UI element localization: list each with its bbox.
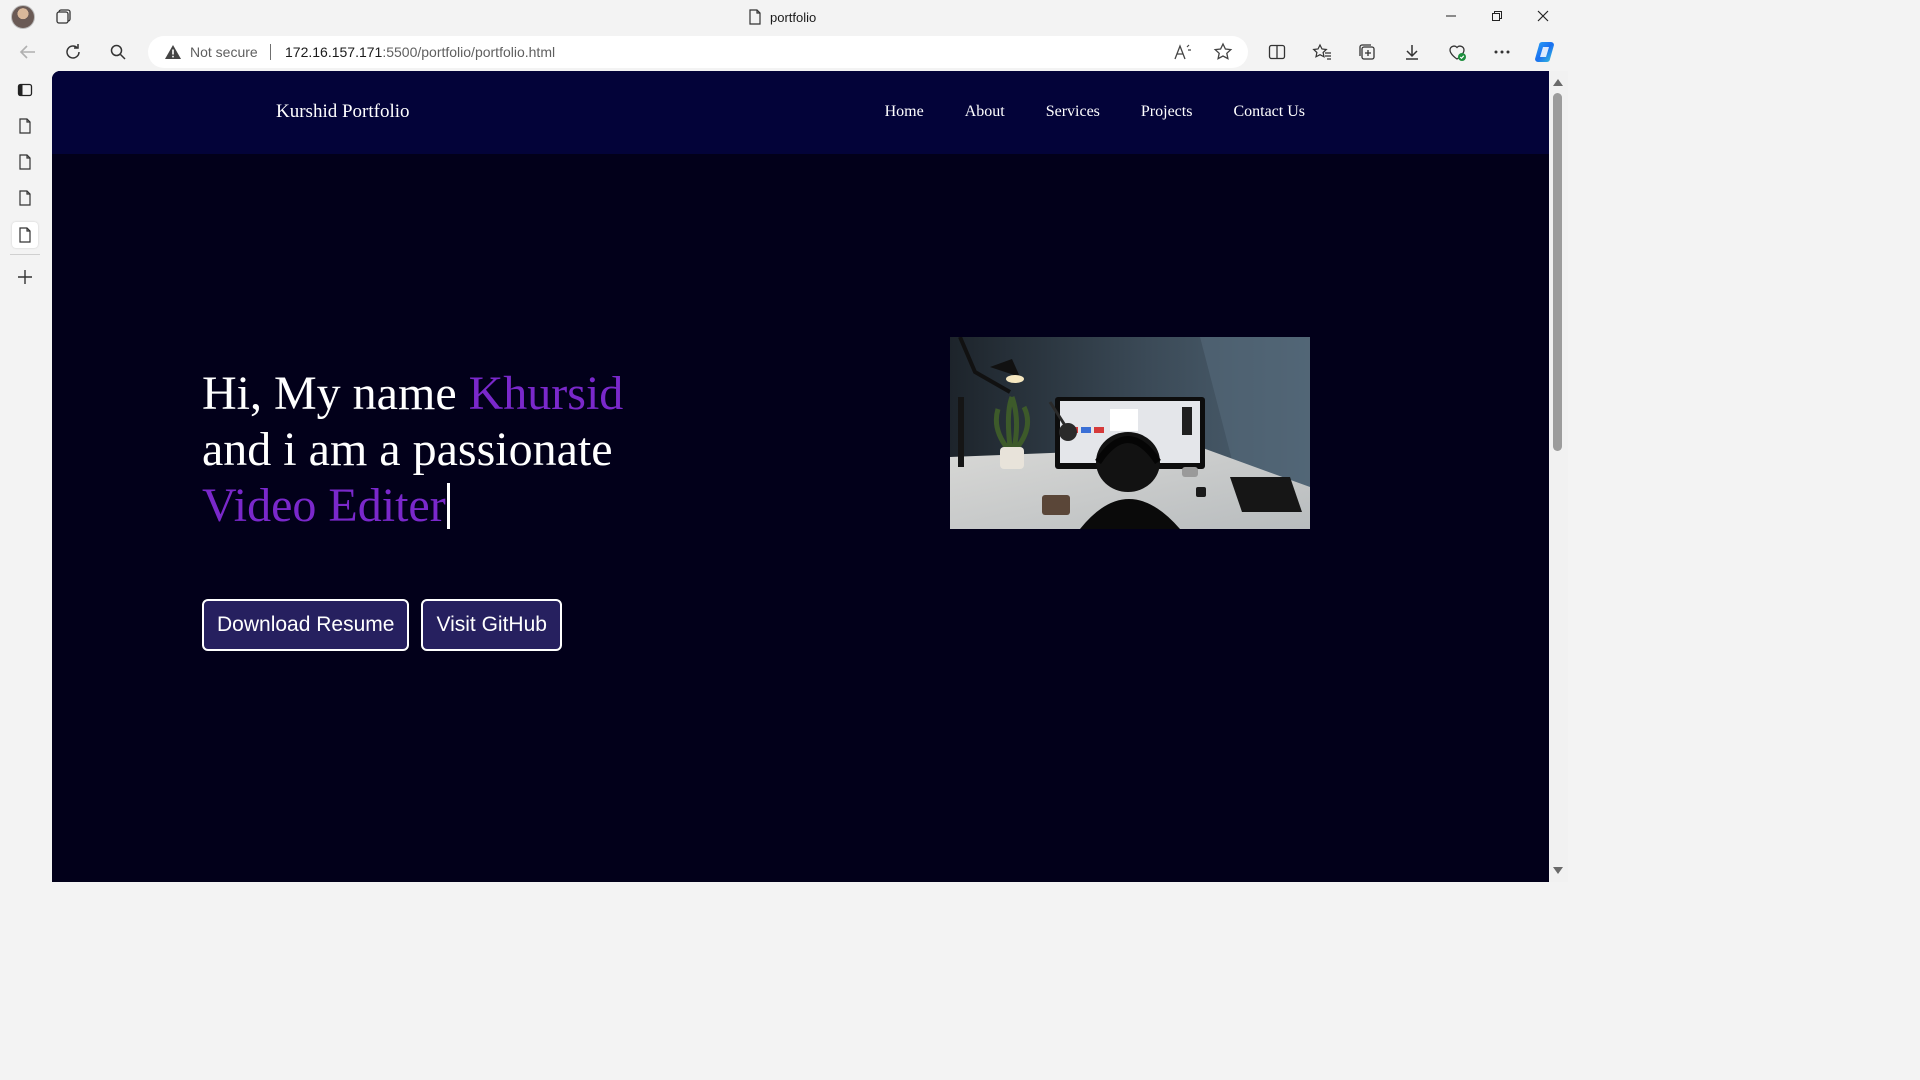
warning-icon[interactable] (164, 44, 182, 65)
nav-contact[interactable]: Contact Us (1233, 103, 1305, 121)
hero-line-3: Video Editer (202, 478, 802, 534)
vertical-tabs-icon (17, 83, 33, 97)
page-icon (19, 154, 31, 170)
nav-home[interactable]: Home (885, 103, 924, 121)
split-screen-button[interactable] (1263, 38, 1291, 66)
close-icon (1537, 10, 1549, 22)
collections-icon (1359, 44, 1375, 60)
downloads-button[interactable] (1398, 38, 1426, 66)
search-button[interactable] (104, 38, 132, 66)
hero-buttons: Download Resume Visit GitHub (202, 599, 562, 651)
hero-greeting: Hi, My name (202, 367, 469, 420)
hero-image (950, 337, 1310, 529)
site-brand[interactable]: Kurshid Portfolio (276, 101, 410, 123)
vertical-tabs-sidebar (0, 71, 52, 882)
scroll-thumb[interactable] (1553, 93, 1562, 451)
minimize-icon (1446, 15, 1456, 17)
page-icon (19, 118, 31, 134)
favorite-star-icon[interactable] (1211, 40, 1235, 64)
more-icon (1494, 50, 1510, 54)
page-icon (19, 190, 31, 206)
page-viewport: Kurshid Portfolio Home About Services Pr… (52, 71, 1568, 882)
nav-services[interactable]: Services (1046, 103, 1100, 121)
scroll-up-arrow[interactable] (1553, 79, 1563, 86)
sidebar-tab-1[interactable] (12, 113, 38, 139)
search-icon (110, 44, 126, 60)
browser-essentials-icon (1449, 45, 1466, 61)
sidebar-divider (10, 254, 40, 255)
favorites-icon (1312, 43, 1331, 60)
site-navbar: Kurshid Portfolio Home About Services Pr… (52, 71, 1549, 154)
browser-toolbar: Not secure 172.16.157.171:5500/portfolio… (0, 33, 1568, 71)
address-bar[interactable]: Not secure 172.16.157.171:5500/portfolio… (148, 36, 1248, 68)
hero-line-1: Hi, My name Khursid (202, 366, 802, 422)
nav-about[interactable]: About (965, 103, 1005, 121)
refresh-button[interactable] (59, 38, 87, 66)
close-button[interactable] (1520, 4, 1566, 28)
minimize-button[interactable] (1428, 4, 1474, 28)
nav-projects[interactable]: Projects (1141, 103, 1193, 121)
plus-icon (18, 270, 32, 284)
refresh-icon (66, 44, 80, 59)
typing-cursor (446, 483, 450, 529)
hero-heading: Hi, My name Khursid and i am a passionat… (202, 366, 802, 534)
profile-avatar[interactable] (11, 5, 35, 29)
url-host: 172.16.157.171 (285, 44, 383, 60)
hero-name: Khursid (468, 367, 624, 420)
download-resume-button[interactable]: Download Resume (202, 599, 410, 651)
more-button[interactable] (1488, 38, 1516, 66)
hero-role: Video Editer (202, 479, 446, 532)
restore-button[interactable] (1474, 4, 1520, 28)
page-icon (19, 227, 31, 243)
sidebar-tab-active[interactable] (12, 222, 38, 248)
downloads-icon (1406, 45, 1418, 60)
sidebar-tab-2[interactable] (12, 149, 38, 175)
copilot-button[interactable] (1532, 38, 1560, 66)
new-tab-button[interactable] (12, 264, 38, 290)
active-tab[interactable]: portfolio (748, 8, 816, 26)
read-aloud-icon[interactable] (1171, 40, 1195, 64)
page-icon (749, 9, 761, 25)
favorites-button[interactable] (1308, 38, 1336, 66)
url-text[interactable]: 172.16.157.171:5500/portfolio/portfolio.… (285, 44, 555, 60)
address-separator (270, 44, 271, 60)
title-bar: portfolio (0, 0, 1568, 33)
page-scrollbar[interactable] (1549, 71, 1568, 882)
security-label[interactable]: Not secure (190, 44, 258, 60)
back-button[interactable] (14, 38, 42, 66)
vertical-tabs-toggle[interactable] (12, 77, 38, 103)
browser-essentials-button[interactable] (1443, 38, 1471, 66)
sidebar-tab-3[interactable] (12, 185, 38, 211)
collections-button[interactable] (1353, 38, 1381, 66)
split-screen-icon (1268, 44, 1286, 60)
restore-icon (1492, 11, 1502, 21)
copilot-icon (1535, 42, 1554, 62)
back-icon (19, 45, 35, 59)
scroll-down-arrow[interactable] (1553, 867, 1563, 874)
hero-line-2: and i am a passionate (202, 423, 613, 476)
nav-links: Home About Services Projects Contact Us (885, 103, 1305, 121)
url-path: :5500/portfolio/portfolio.html (382, 44, 556, 60)
visit-github-button[interactable]: Visit GitHub (421, 599, 562, 651)
tab-actions-icon[interactable] (54, 7, 74, 27)
tab-title-text: portfolio (770, 9, 817, 25)
